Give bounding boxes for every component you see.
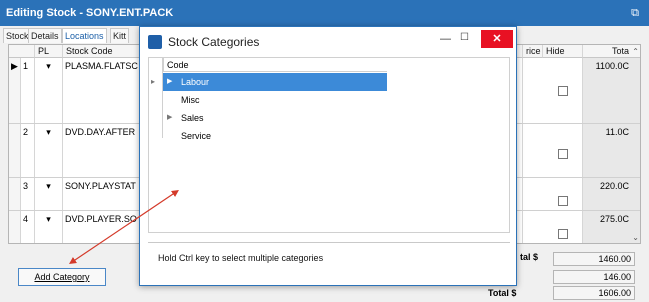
tab-kitting[interactable]: Kitt: [110, 28, 130, 43]
total-label: tal $: [520, 252, 539, 262]
tree-item-service[interactable]: Service: [163, 127, 387, 145]
tree-row-selector: [149, 58, 163, 138]
row-selector-header: [9, 45, 35, 58]
hide-checkbox[interactable]: [558, 86, 568, 96]
tab-locations[interactable]: Locations: [62, 28, 107, 43]
total-value: 1460.00: [553, 252, 635, 266]
hide-cell: [543, 211, 583, 243]
dialog-hint: Hold Ctrl key to select multiple categor…: [158, 253, 324, 263]
tree-item-sales[interactable]: ▶ Sales: [163, 109, 387, 127]
row-number: 1: [21, 58, 35, 123]
row-pointer-cell: [9, 124, 21, 177]
tab-details[interactable]: Details: [28, 28, 62, 43]
tax-value: 146.00: [553, 270, 635, 284]
hide-checkbox[interactable]: [558, 229, 568, 239]
scroll-down-icon[interactable]: ⌄: [632, 233, 639, 242]
tree-item-label: Service: [181, 131, 212, 141]
price-header: rice: [523, 45, 543, 58]
total-cell: 1100.0C: [583, 58, 640, 123]
pl-header: PL: [35, 45, 63, 58]
grand-total-value: 1606.00: [553, 286, 635, 300]
tree-item-misc[interactable]: Misc: [163, 91, 387, 109]
expand-chevron-icon[interactable]: ▾: [35, 124, 63, 177]
expand-arrow-icon[interactable]: ▶: [167, 73, 172, 91]
tree-item-label: Sales: [181, 113, 204, 123]
hide-cell: [543, 58, 583, 123]
dialog-divider: [148, 242, 510, 243]
window-title-bar: Editing Stock - SONY.ENT.PACK: [0, 0, 649, 26]
tree-item-labour[interactable]: ▶ Labour: [163, 73, 387, 91]
window-title: Editing Stock - SONY.ENT.PACK: [6, 7, 174, 19]
dialog-title: Stock Categories: [168, 35, 260, 49]
row-pointer-cell: [9, 211, 21, 243]
tree-item-label: Misc: [181, 95, 200, 105]
minimize-icon[interactable]: —: [440, 33, 451, 45]
close-button[interactable]: ✕: [481, 30, 513, 48]
add-category-button[interactable]: Add Category: [18, 268, 106, 286]
expand-arrow-icon[interactable]: ▶: [167, 109, 172, 127]
current-row-icon: ▶: [11, 61, 18, 71]
dialog-title-bar: Stock Categories — ☐ ✕: [140, 27, 516, 57]
hide-cell: [543, 178, 583, 210]
code-column-header: Code: [163, 58, 387, 72]
stock-categories-dialog: Stock Categories — ☐ ✕ Code ▸ ▶ Labour M…: [139, 26, 517, 286]
grand-total-label: Total $: [488, 288, 517, 298]
hide-checkbox[interactable]: [558, 196, 568, 206]
restore-icon[interactable]: ⧉: [631, 0, 639, 26]
app-icon: [148, 35, 162, 49]
row-number: 4: [21, 211, 35, 243]
row-pointer-cell: ▶: [9, 58, 21, 123]
expand-chevron-icon[interactable]: ▾: [35, 178, 63, 210]
total-cell: 220.0C: [583, 178, 640, 210]
total-cell: 11.0C: [583, 124, 640, 177]
category-tree: Code ▸ ▶ Labour Misc ▶ Sales Service: [148, 57, 510, 233]
scroll-up-icon[interactable]: ⌃: [632, 47, 639, 56]
current-row-icon: ▸: [151, 77, 156, 86]
hide-header: Hide: [543, 45, 583, 58]
row-number: 2: [21, 124, 35, 177]
maximize-icon[interactable]: ☐: [460, 32, 469, 43]
hide-cell: [543, 124, 583, 177]
expand-chevron-icon[interactable]: ▾: [35, 58, 63, 123]
tree-item-label: Labour: [181, 77, 210, 87]
row-pointer-cell: [9, 178, 21, 210]
expand-chevron-icon[interactable]: ▾: [35, 211, 63, 243]
row-number: 3: [21, 178, 35, 210]
hide-checkbox[interactable]: [558, 149, 568, 159]
